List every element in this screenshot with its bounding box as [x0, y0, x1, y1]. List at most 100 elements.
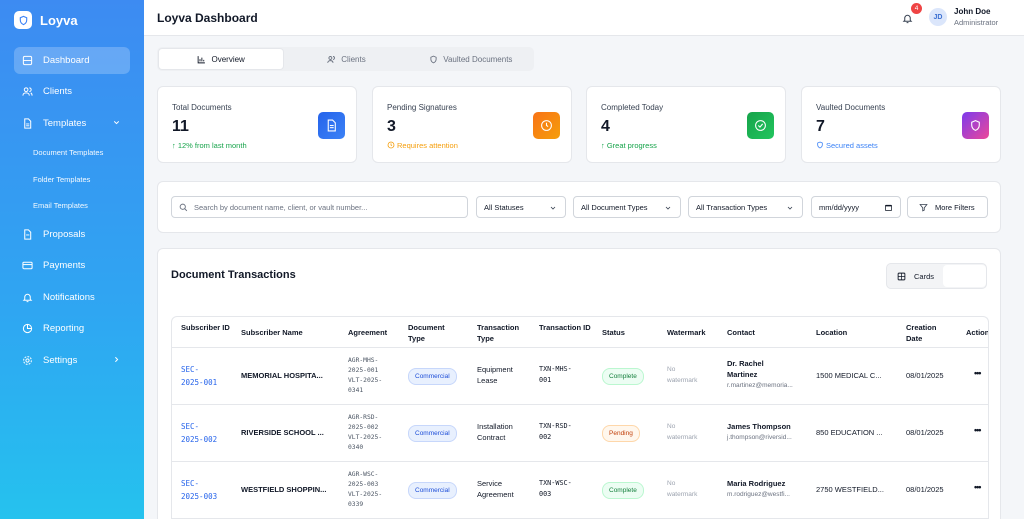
sidebar-item-label: Reporting [43, 323, 85, 335]
column-header-subscriber-id[interactable]: Subscriber ID [181, 322, 230, 333]
column-header-contact[interactable]: Contact [727, 327, 755, 338]
list-view-button[interactable] [943, 265, 986, 287]
shield-logo-icon [14, 11, 32, 29]
contact-name: Martinez [727, 370, 758, 379]
column-header-subscriber-name[interactable]: Subscriber Name [241, 327, 303, 338]
more-filters-button[interactable]: More Filters [907, 196, 988, 218]
transaction-id-cell: TXN-MHS- 001 [539, 364, 572, 386]
status-select[interactable]: All Statuses [476, 196, 566, 218]
column-header-location[interactable]: Location [816, 327, 847, 338]
top-header: Loyva Dashboard 4 JD John Doe Administra… [144, 0, 1024, 36]
creation-date-cell: 08/01/2025 [906, 485, 944, 494]
row-actions-menu-icon[interactable]: ••• [974, 368, 982, 379]
pie-chart-icon [21, 323, 33, 335]
subscriber-id-link[interactable]: SEC- 2025-002 [181, 420, 217, 446]
transaction-id-cell: TXN-WSC- 003 [539, 478, 572, 500]
sidebar: Loyva Dashboard Clients Templates Docume… [0, 0, 144, 519]
subscriber-id-link[interactable]: SEC- 2025-001 [181, 363, 217, 389]
stat-note: Requires attention [387, 141, 458, 150]
date-input[interactable]: mm/dd/yyyy [811, 196, 901, 218]
watermark-line: No [667, 366, 676, 373]
document-type-cell: Commercial [408, 425, 457, 442]
sidebar-subitem-folder-templates[interactable]: Folder Templates [0, 168, 144, 191]
subscriber-id-link[interactable]: SEC- 2025-003 [181, 477, 217, 503]
contact-name: James Thompson [727, 422, 791, 431]
sidebar-item-label: Templates [43, 117, 87, 129]
view-toggle: Cards [886, 263, 987, 289]
column-header-actions[interactable]: Actions [966, 327, 988, 338]
document-icon [21, 117, 33, 129]
column-header-status[interactable]: Status [602, 327, 625, 338]
transaction-id-line: 001 [539, 376, 552, 384]
transaction-type-line: Installation [477, 422, 513, 431]
table-row[interactable]: SEC- 2025-002 RIVERSIDE SCHOOL ... AGR-R… [172, 405, 988, 462]
contact-cell: Dr. Rachel Martinez r.martinez@memoria..… [727, 358, 793, 391]
sidebar-item-templates[interactable]: Templates [14, 110, 130, 137]
column-header-document-type[interactable]: Document Type [408, 322, 458, 344]
column-header-watermark[interactable]: Watermark [667, 327, 706, 338]
row-actions-menu-icon[interactable]: ••• [974, 425, 982, 436]
sidebar-item-reporting[interactable]: Reporting [14, 315, 130, 342]
subscriber-name: WESTFIELD SHOPPIN... [241, 485, 327, 494]
column-header-transaction-id[interactable]: Transaction ID [539, 322, 591, 333]
tab-vaulted-documents[interactable]: Vaulted Documents [409, 48, 533, 70]
column-header-transaction-type[interactable]: Transaction Type [477, 322, 532, 344]
sidebar-subitem-email-templates[interactable]: Email Templates [0, 194, 144, 217]
sidebar-item-proposals[interactable]: Proposals [14, 221, 130, 248]
column-header-agreement[interactable]: Agreement [348, 327, 387, 338]
column-header-creation-date[interactable]: Creation Date [906, 322, 951, 344]
agreement-line: 0340 [348, 444, 364, 451]
sidebar-item-settings[interactable]: Settings [14, 347, 130, 374]
contact-email: j.thompson@riversid... [727, 434, 792, 441]
location-cell: 1500 MEDICAL C... [816, 371, 882, 380]
row-actions-menu-icon[interactable]: ••• [974, 482, 982, 493]
status-cell: Complete [602, 368, 644, 385]
sidebar-item-payments[interactable]: Payments [14, 252, 130, 279]
agreement-ids: AGR-WSC- 2025-003 VLT-2025- 0339 [348, 470, 382, 510]
sidebar-item-notifications[interactable]: Notifications [14, 284, 130, 311]
creation-date-cell: 08/01/2025 [906, 371, 944, 380]
stat-card-pending-signatures: Pending Signatures 3 Requires attention [372, 86, 572, 163]
cards-view-button[interactable]: Cards [888, 265, 942, 287]
date-placeholder: mm/dd/yyyy [819, 202, 860, 212]
users-icon [21, 86, 33, 98]
stat-card-vaulted-documents: Vaulted Documents 7 Secured assets [801, 86, 1001, 163]
subscriber-id-part: 2025-002 [181, 435, 218, 444]
status-badge: Complete [602, 482, 644, 499]
transaction-id-line: 003 [539, 490, 552, 498]
document-icon [318, 112, 345, 139]
bell-icon [21, 291, 33, 303]
chevron-down-icon [664, 204, 672, 212]
agreement-line: 2025-003 [348, 481, 379, 488]
agreement-ids: AGR-MHS- 2025-001 VLT-2025- 0341 [348, 356, 382, 396]
search-placeholder: Search by document name, client, or vaul… [194, 202, 368, 212]
table-row[interactable]: SEC- 2025-001 MEMORIAL HOSPITA... AGR-MH… [172, 348, 988, 405]
calendar-icon[interactable] [884, 203, 892, 211]
transaction-type-cell: Installation Contract [477, 421, 513, 443]
sidebar-item-dashboard[interactable]: Dashboard [14, 47, 130, 74]
agreement-line: VLT-2025- [348, 491, 383, 498]
status-select-value: All Statuses [484, 202, 524, 212]
users-icon [327, 55, 336, 64]
sidebar-subitem-document-templates[interactable]: Document Templates [0, 141, 144, 164]
chevron-down-icon [112, 118, 122, 128]
more-filters-label: More Filters [935, 202, 975, 212]
agreement-line: 0339 [348, 501, 364, 508]
brand[interactable]: Loyva [0, 0, 144, 40]
stat-note-text: Secured assets [826, 141, 878, 150]
transaction-id-cell: TXN-RSD- 002 [539, 421, 572, 443]
bar-chart-icon [197, 55, 206, 64]
stat-label: Pending Signatures [387, 103, 457, 112]
document-type-select[interactable]: All Document Types [573, 196, 681, 218]
tab-overview[interactable]: Overview [158, 48, 285, 70]
search-input[interactable]: Search by document name, client, or vaul… [171, 196, 468, 218]
tab-clients[interactable]: Clients [284, 48, 408, 70]
location-cell: 2750 WESTFIELD... [816, 485, 884, 494]
avatar[interactable]: JD [929, 8, 947, 26]
status-cell: Complete [602, 482, 644, 499]
transaction-type-select[interactable]: All Transaction Types [688, 196, 803, 218]
tab-label: Clients [341, 54, 366, 64]
sidebar-item-clients[interactable]: Clients [14, 78, 130, 105]
table-row[interactable]: SEC- 2025-003 WESTFIELD SHOPPIN... AGR-W… [172, 462, 988, 519]
agreement-line: VLT-2025- [348, 434, 383, 441]
